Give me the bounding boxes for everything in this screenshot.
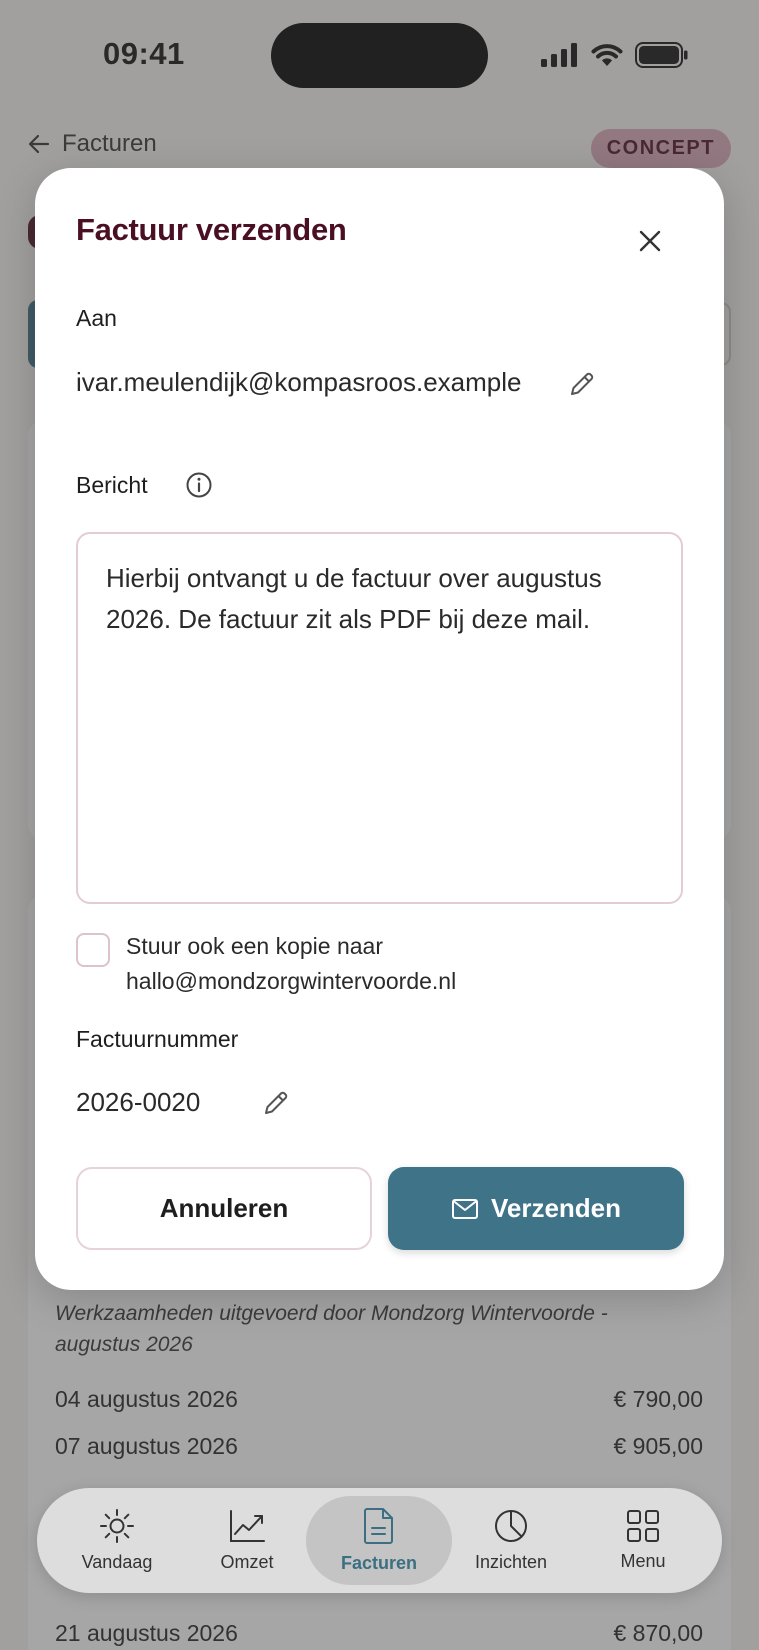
invoice-number-label: Factuurnummer: [76, 1026, 239, 1052]
close-button[interactable]: [635, 226, 665, 256]
pie-chart-icon: [495, 1510, 527, 1542]
cancel-label: Annuleren: [159, 1193, 289, 1223]
to-label: Aan: [76, 305, 117, 331]
tab-vandaag[interactable]: Vandaag: [51, 1488, 183, 1593]
message-textarea[interactable]: Hierbij ontvangt u de factuur over augus…: [76, 532, 683, 904]
tab-menu[interactable]: Menu: [577, 1488, 709, 1593]
info-icon: [186, 472, 212, 498]
tab-label: Inzichten: [474, 1552, 548, 1572]
document-icon: [364, 1508, 393, 1544]
send-label: Verzenden: [490, 1193, 622, 1223]
tab-label: Facturen: [340, 1553, 418, 1573]
send-copy-label-line1: Stuur ook een kopie naar: [126, 933, 384, 959]
edit-invoice-number-button[interactable]: [262, 1089, 290, 1117]
pencil-icon: [265, 1091, 288, 1114]
send-copy-label[interactable]: Stuur ook een kopie naar hallo@mondzorgw…: [126, 929, 456, 999]
tab-inzichten[interactable]: Inzichten: [445, 1488, 577, 1593]
grid-icon: [627, 1510, 659, 1542]
tab-label: Vandaag: [81, 1552, 153, 1572]
send-button[interactable]: Verzenden: [388, 1167, 684, 1250]
tab-omzet[interactable]: Omzet: [181, 1488, 313, 1593]
message-info-button[interactable]: [185, 471, 213, 499]
bottom-tab-bar: Vandaag Omzet Facturen Inzichten Menu: [37, 1488, 722, 1593]
edit-recipient-button[interactable]: [568, 370, 596, 398]
send-copy-email: hallo@mondzorgwintervoorde.nl: [126, 968, 457, 994]
invoice-number-value: 2026-0020: [76, 1087, 201, 1117]
send-copy-checkbox[interactable]: [76, 933, 110, 967]
tab-label: Menu: [620, 1551, 666, 1571]
pencil-icon: [571, 372, 594, 395]
dialog-title: Factuur verzenden: [76, 212, 347, 247]
mail-icon: [451, 1198, 478, 1219]
send-invoice-dialog: Factuur verzenden Aan ivar.meulendijk@ko…: [35, 168, 724, 1290]
tab-label: Omzet: [220, 1552, 274, 1572]
sun-icon: [100, 1509, 134, 1543]
recipient-email: ivar.meulendijk@kompasroos.example: [76, 367, 522, 397]
chart-line-icon: [230, 1510, 265, 1542]
cancel-button[interactable]: Annuleren: [76, 1167, 372, 1250]
message-label: Bericht: [76, 472, 148, 498]
close-icon: [639, 230, 661, 252]
tab-facturen[interactable]: Facturen: [313, 1488, 445, 1593]
